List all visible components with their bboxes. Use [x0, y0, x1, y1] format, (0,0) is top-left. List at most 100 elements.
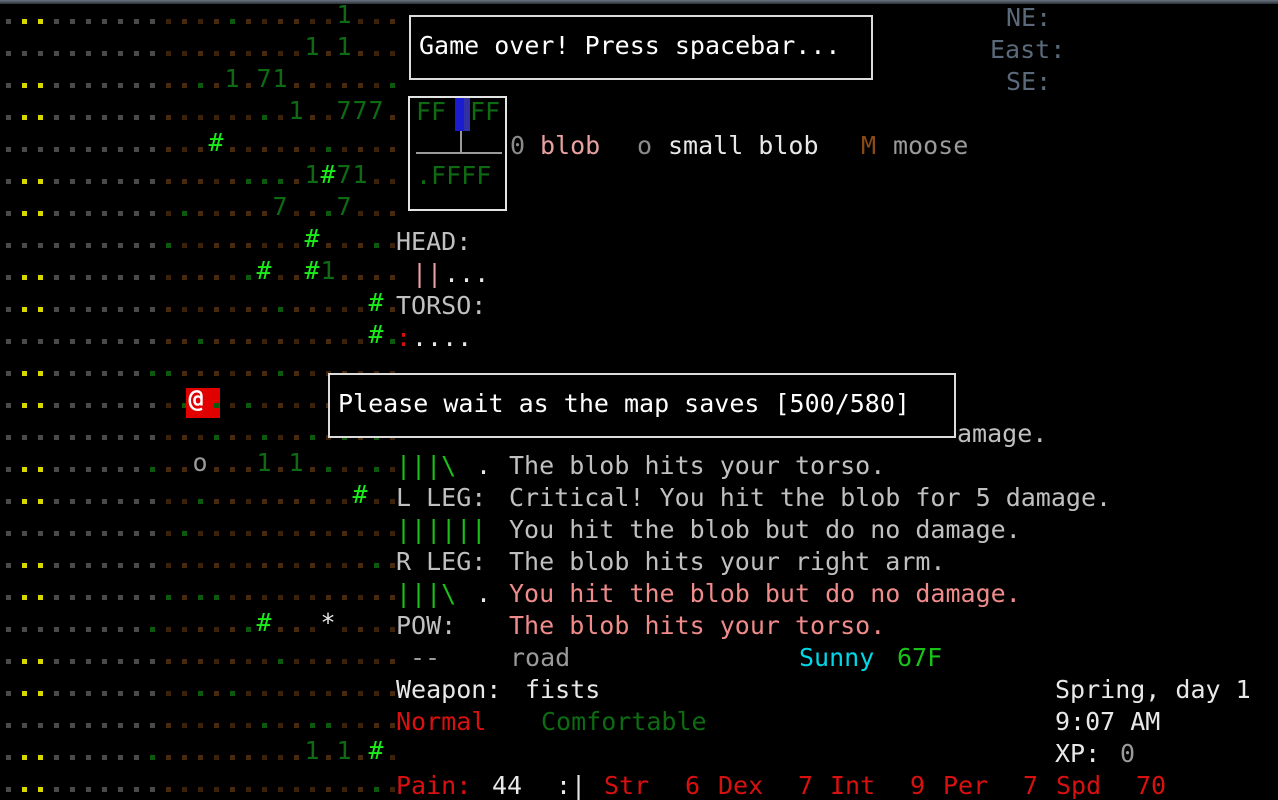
map-ground-dot: [22, 787, 27, 792]
map-ground-dot: [166, 787, 171, 792]
map-ground-dot: [150, 467, 155, 472]
map-tile[interactable]: 7: [256, 63, 272, 95]
map-tile[interactable]: 1: [352, 159, 368, 191]
map-ground-dot: [198, 755, 203, 760]
map-tile[interactable]: #: [256, 255, 272, 287]
map-ground-dot: [6, 627, 11, 632]
map-tile[interactable]: o: [192, 447, 208, 479]
map-ground-dot: [262, 723, 267, 728]
player-character[interactable]: @: [188, 383, 204, 415]
map-ground-dot: [246, 83, 251, 88]
map-ground-dot: [390, 51, 395, 56]
map-ground-dot: [342, 147, 347, 152]
map-tile[interactable]: 1: [304, 31, 320, 63]
map-tile[interactable]: 1: [272, 63, 288, 95]
map-tile[interactable]: 1: [288, 447, 304, 479]
map-ground-dot: [390, 179, 395, 184]
minimap-panel[interactable]: FF FF .FFFF: [408, 96, 507, 211]
map-ground-dot: [22, 243, 27, 248]
map-ground-dot: [166, 83, 171, 88]
map-tile[interactable]: #: [368, 287, 384, 319]
map-ground-dot: [358, 275, 363, 280]
map-tile[interactable]: 1: [336, 0, 352, 31]
map-ground-dot: [134, 787, 139, 792]
map-ground-dot: [326, 51, 331, 56]
map-ground-dot: [390, 723, 395, 728]
map-ground-dot: [6, 595, 11, 600]
map-tile[interactable]: *: [320, 607, 336, 639]
map-ground-dot: [6, 755, 11, 760]
map-tile[interactable]: #: [368, 735, 384, 767]
map-ground-dot: [390, 275, 395, 280]
map-ground-dot: [38, 435, 43, 440]
map-ground-dot: [118, 531, 123, 536]
map-ground-dot: [326, 723, 331, 728]
map-ground-dot: [358, 787, 363, 792]
map-ground-dot: [102, 243, 107, 248]
map-tile[interactable]: 1: [288, 95, 304, 127]
map-ground-dot: [102, 371, 107, 376]
weapon-label: Weapon:: [396, 675, 502, 704]
map-ground-dot: [22, 19, 27, 24]
bodypart-label: L LEG:: [396, 483, 487, 512]
map-tile[interactable]: #: [304, 255, 320, 287]
map-tile[interactable]: 7: [272, 191, 288, 223]
map-ground-dot: [22, 467, 27, 472]
map-ground-dot: [342, 275, 347, 280]
map-tile[interactable]: #: [352, 479, 368, 511]
map-ground-dot: [102, 627, 107, 632]
map-ground-dot: [22, 435, 27, 440]
map-tile[interactable]: 1: [304, 159, 320, 191]
map-ground-dot: [374, 723, 379, 728]
map-ground-dot: [70, 147, 75, 152]
map-ground-dot: [54, 147, 59, 152]
map-ground-dot: [150, 659, 155, 664]
map-ground-dot: [166, 403, 171, 408]
map-ground-dot: [134, 179, 139, 184]
map-ground-dot: [262, 243, 267, 248]
map-tile[interactable]: 1: [320, 255, 336, 287]
game-time: 9:07 AM: [1055, 707, 1161, 736]
map-ground-dot: [214, 51, 219, 56]
bodypart-label: R LEG:: [396, 547, 487, 576]
map-ground-dot: [342, 83, 347, 88]
map-ground-dot: [278, 147, 283, 152]
game-screen: 1 1 1 1 7 1 1 7 7 7 #1 #7 1 7 7 # # #1 # # @ o 1 1 # # * 1 1 # NE: Ea…: [0, 0, 1278, 800]
map-tile[interactable]: 1: [256, 447, 272, 479]
map-ground-dot: [6, 563, 11, 568]
map-ground-dot: [246, 659, 251, 664]
map-ground-dot: [246, 339, 251, 344]
map-tile[interactable]: #: [256, 607, 272, 639]
map-tile[interactable]: 7: [336, 95, 352, 127]
map-ground-dot: [54, 627, 59, 632]
map-ground-dot: [390, 147, 395, 152]
message-line: You hit the blob but do no damage.: [509, 515, 1021, 544]
map-ground-dot: [198, 595, 203, 600]
bodypart-health-bar-rest: ....: [412, 323, 473, 352]
map-ground-dot: [86, 275, 91, 280]
map-tile[interactable]: 7: [336, 191, 352, 223]
map-tile[interactable]: 7: [336, 159, 352, 191]
map-tile[interactable]: #: [304, 223, 320, 255]
map-ground-dot: [262, 595, 267, 600]
map-tile[interactable]: #: [208, 127, 224, 159]
map-tile[interactable]: 1: [224, 63, 240, 95]
map-tile[interactable]: 1: [336, 735, 352, 767]
map-ground-dot: [230, 243, 235, 248]
game-over-dialog[interactable]: Game over! Press spacebar...: [409, 15, 873, 80]
map-ground-dot: [166, 307, 171, 312]
map-ground-dot: [54, 755, 59, 760]
map-ground-dot: [118, 787, 123, 792]
map-ground-dot: [102, 275, 107, 280]
map-ground-dot: [278, 499, 283, 504]
message-line: The blob hits your torso.: [509, 611, 886, 640]
map-ground-dot: [342, 723, 347, 728]
map-tile[interactable]: 1: [304, 735, 320, 767]
map-tile[interactable]: 7: [352, 95, 368, 127]
map-tile[interactable]: 1: [336, 31, 352, 63]
map-ground-dot: [374, 83, 379, 88]
map-tile[interactable]: 7: [368, 95, 384, 127]
map-tile[interactable]: #: [320, 159, 336, 191]
map-ground-dot: [86, 755, 91, 760]
map-tile[interactable]: #: [368, 319, 384, 351]
